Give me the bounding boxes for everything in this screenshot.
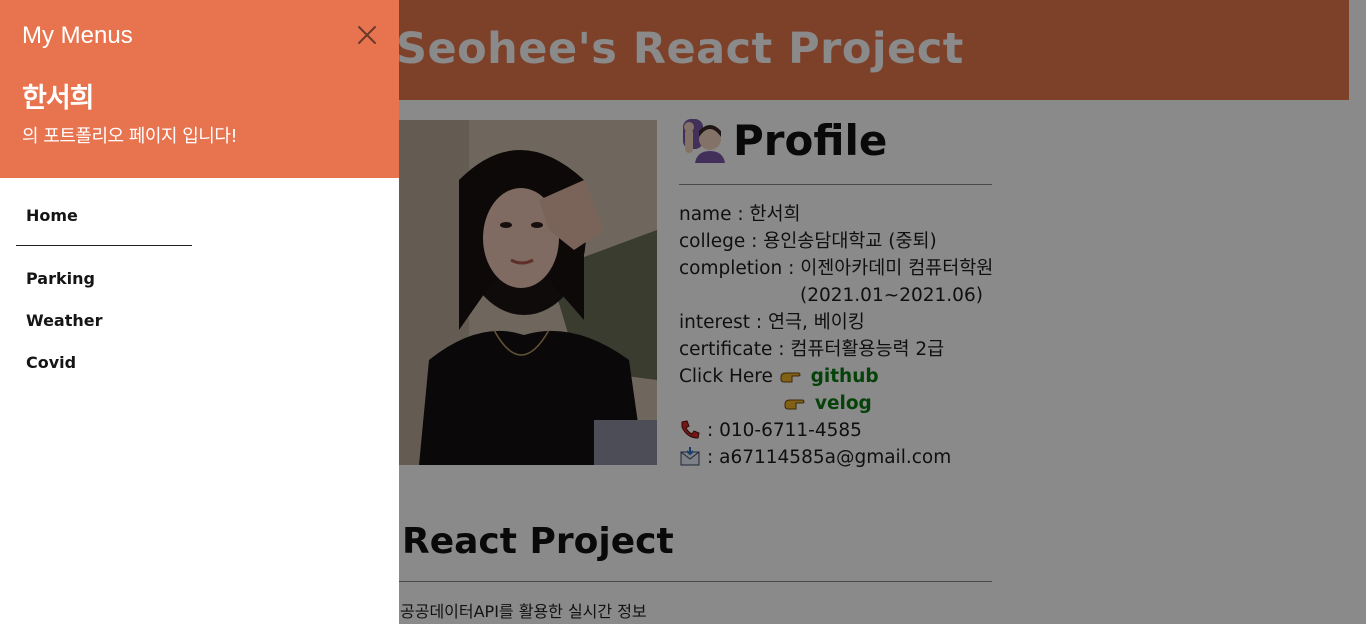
drawer-subtitle: 의 포트폴리오 페이지 입니다! bbox=[22, 126, 238, 147]
close-button[interactable] bbox=[352, 20, 382, 50]
menu-item-covid[interactable]: Covid bbox=[26, 353, 76, 372]
drawer-header: My Menus 한서희 의 포트폴리오 페이지 입니다! bbox=[0, 0, 399, 178]
menu-divider bbox=[16, 245, 192, 246]
menu-item-weather[interactable]: Weather bbox=[26, 311, 103, 330]
owner-name: 한서희 bbox=[22, 83, 95, 114]
menu-item-home[interactable]: Home bbox=[26, 206, 78, 225]
menu-item-parking[interactable]: Parking bbox=[26, 269, 95, 288]
drawer-title: My Menus bbox=[22, 22, 133, 49]
side-drawer: My Menus 한서희 의 포트폴리오 페이지 입니다! Home Parki… bbox=[0, 0, 399, 624]
close-icon bbox=[358, 26, 376, 44]
